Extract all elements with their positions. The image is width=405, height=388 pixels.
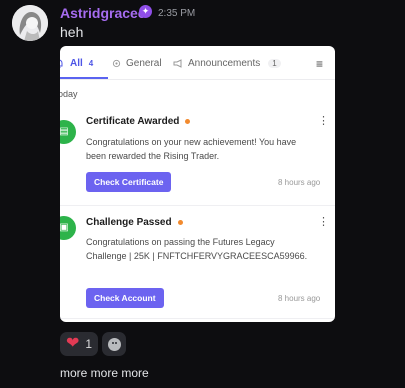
notification-body: Congratulations on your new achievement!…: [86, 137, 297, 161]
heart-reaction[interactable]: ❤ 1: [60, 332, 99, 356]
megaphone-icon: [173, 59, 182, 68]
tab-general[interactable]: General: [112, 58, 162, 69]
notification-title: Challenge Passed: [86, 217, 183, 228]
day-group-label: oday: [60, 89, 78, 99]
unread-dot: [185, 118, 191, 124]
reactions-bar: ❤ 1: [60, 332, 127, 356]
notification-title: Certificate Awarded: [86, 116, 191, 127]
tab-announcements-label: Announcements: [188, 58, 261, 69]
username[interactable]: Astridgracee: [60, 5, 146, 21]
bell-icon: [60, 59, 63, 68]
more-options-icon[interactable]: ⋮: [318, 114, 329, 127]
tab-all-label: All: [70, 58, 83, 69]
check-account-button[interactable]: Check Account: [86, 288, 164, 308]
hamburger-icon[interactable]: ≡: [316, 57, 323, 71]
unread-dot: [177, 219, 183, 225]
tab-announcements-count: 1: [268, 59, 281, 68]
avatar[interactable]: [12, 5, 48, 41]
check-certificate-button[interactable]: Check Certificate: [86, 172, 172, 192]
more-options-icon[interactable]: ⋮: [318, 215, 329, 228]
tabs-divider: [60, 79, 335, 80]
notification-body: Congratulations on passing the Futures L…: [86, 237, 308, 261]
notification-divider: [60, 205, 335, 206]
reaction-count: 1: [85, 337, 93, 351]
message-timestamp: 2:35 PM: [158, 8, 196, 19]
message-text: heh: [60, 24, 84, 40]
certificate-icon: ▤: [60, 120, 76, 144]
gear-icon: [112, 59, 121, 68]
user-badge-icon: ✦: [139, 5, 152, 18]
tab-all[interactable]: All 4: [60, 58, 93, 69]
add-reaction-button[interactable]: [102, 332, 127, 356]
notification-time: 8 hours ago: [278, 294, 321, 303]
tab-general-label: General: [126, 58, 162, 69]
smiley-icon: [107, 337, 121, 351]
notification-divider: [60, 318, 335, 319]
message-text: more more more: [60, 366, 149, 380]
tab-announcements[interactable]: Announcements 1: [173, 58, 281, 69]
notification-screenshot[interactable]: All 4 General Announcements 1 ≡ oday ▤ C…: [60, 46, 335, 322]
notification-time: 8 hours ago: [278, 178, 321, 187]
tab-all-count: 4: [88, 59, 94, 68]
notification-tabs: All 4 General Announcements 1 ≡: [60, 46, 335, 80]
heart-icon: ❤: [66, 335, 80, 352]
challenge-icon: ▣: [60, 216, 76, 240]
